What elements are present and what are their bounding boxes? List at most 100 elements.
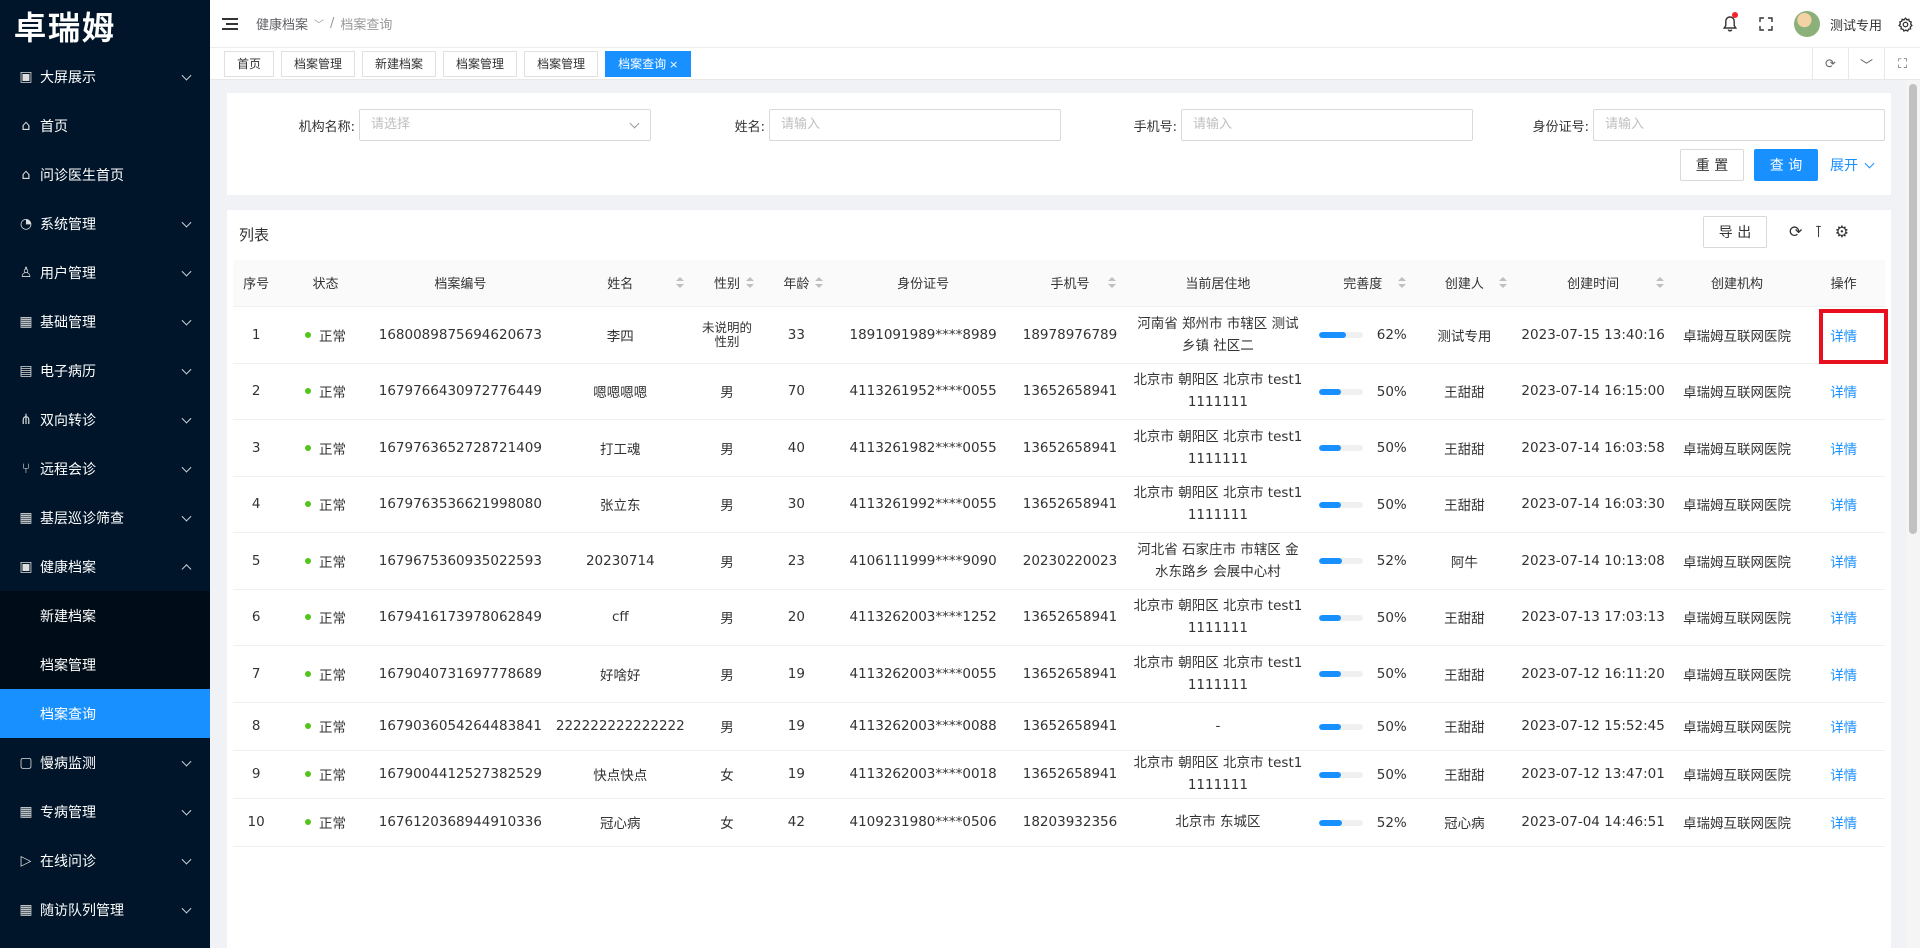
cell-id-card: 4113262003****0088 [830,702,1016,751]
detail-link[interactable]: 详情 [1830,555,1857,571]
sort-icon[interactable] [1655,277,1664,289]
cell-created-time: 2023-07-12 15:52:45 [1514,702,1672,751]
column-header[interactable]: 性别 [691,260,763,307]
close-icon[interactable]: × [669,58,678,71]
column-header[interactable]: 创建时间 [1514,260,1672,307]
tab-item[interactable]: 首页 [224,51,275,77]
sort-icon[interactable] [1398,277,1407,289]
cell-org: 卓瑞姆互联网医院 [1671,589,1803,646]
maximize-icon[interactable]: ⛶ [1884,48,1920,80]
gear-icon[interactable] [1890,0,1920,48]
detail-link[interactable]: 详情 [1830,329,1857,345]
detail-link[interactable]: 详情 [1830,498,1857,514]
name-input[interactable]: 请输入 [769,109,1061,141]
cell-index: 4 [233,476,280,533]
cell-file-no: 1680089875694620673 [371,306,549,364]
sort-icon[interactable] [814,277,823,289]
column-header[interactable]: 年龄 [762,260,831,307]
sidebar-item[interactable]: ▦ 基层巡诊筛查 [0,493,210,542]
tab-item[interactable]: 档案管理 [281,51,356,77]
menu-toggle-icon[interactable] [222,17,238,30]
tab-item[interactable]: 档案查询 × [605,51,692,77]
sort-icon[interactable] [1498,277,1507,289]
cell-index: 9 [233,750,280,799]
detail-link[interactable]: 详情 [1830,816,1857,832]
tab-item[interactable]: 档案管理 [443,51,518,77]
export-button[interactable]: 导 出 [1703,216,1767,248]
chevron-down-icon [181,462,192,473]
chevron-down-icon[interactable]: ﹀ [1848,48,1884,80]
cell-age: 70 [762,363,831,420]
chevron-up-icon [181,563,192,574]
page-scrollbar[interactable] [1906,80,1920,948]
tab-item[interactable]: 档案管理 [524,51,599,77]
notification-dot [1731,12,1738,18]
sidebar-item[interactable]: ▤ 电子病历 [0,346,210,395]
refresh-icon[interactable]: ⟳ [1812,48,1848,80]
query-button[interactable]: 查 询 [1754,149,1818,181]
tab-item[interactable]: 新建档案 [362,51,437,77]
sort-icon[interactable] [1108,277,1117,289]
column-header-label: 创建机构 [1710,277,1763,293]
records-table-panel: 列表 导 出 ⟳ ⊺ ⚙ 序号 状态 档案编号 姓名 性别 年龄 身份证号 手机号 当前居住地 完… [227,210,1891,948]
sidebar-item[interactable]: ⌂ 首页 [0,101,210,150]
column-header[interactable]: 姓名 [548,260,692,307]
scrollbar-thumb[interactable] [1909,84,1917,534]
gear-icon[interactable]: ⚙ [1835,222,1849,241]
tab-label: 档案管理 [456,57,505,71]
phone-input[interactable]: 请输入 [1181,109,1473,141]
sidebar-item[interactable]: 新建档案 [0,591,210,640]
column-header[interactable]: 手机号 [1015,260,1125,307]
sidebar-item[interactable]: ⋔ 双向转诊 [0,395,210,444]
org-label: 机构名称: [298,119,355,135]
cell-file-no: 1679416173978062849 [371,589,549,646]
cell-created-time: 2023-07-13 17:03:13 [1514,589,1672,646]
sidebar-item[interactable]: 档案查询 [0,689,210,738]
sidebar-item-label: 用户管理 [40,265,96,282]
sidebar-item[interactable]: ♙ 用户管理 [0,248,210,297]
fullscreen-icon[interactable] [1748,0,1784,48]
sidebar-item[interactable]: ⌂ 问诊医生首页 [0,150,210,199]
cell-creator: 王甜甜 [1414,750,1515,799]
column-header-label: 创建人 [1444,277,1484,293]
id-input[interactable]: 请输入 [1593,109,1885,141]
sidebar-item-label: 大屏展示 [40,69,96,86]
org-select[interactable]: 请选择 [359,109,651,141]
expand-toggle[interactable]: 展开 [1830,149,1875,181]
sidebar-item[interactable]: ▦ 随访队列管理 [0,885,210,934]
user-name[interactable]: 测试专用 [1830,15,1882,34]
phone-placeholder: 请输入 [1193,117,1233,132]
sort-icon[interactable] [675,277,684,289]
detail-link[interactable]: 详情 [1830,385,1857,401]
reset-button[interactable]: 重 置 [1680,149,1744,181]
bell-icon[interactable] [1712,0,1748,48]
sidebar-item[interactable]: ▷ 在线问诊 [0,836,210,885]
sort-icon[interactable] [746,277,755,289]
detail-link[interactable]: 详情 [1830,668,1857,684]
column-header[interactable]: 完善度 [1311,260,1415,307]
detail-link[interactable]: 详情 [1830,442,1857,458]
chevron-down-icon [181,315,192,326]
progress-bar [1318,501,1363,508]
sidebar-item[interactable]: ▣ 大屏展示 [0,52,210,101]
column-header[interactable]: 创建人 [1414,260,1515,307]
monitor-icon: ▢ [19,754,33,771]
sidebar-item[interactable]: ▣ 健康档案 [0,542,210,591]
sidebar-item[interactable]: ◔ 系统管理 [0,199,210,248]
sidebar-item-label: 电子病历 [40,363,96,380]
cell-gender: 男 [691,476,763,533]
sidebar-item[interactable]: ⑂ 远程会诊 [0,444,210,493]
column-header: 当前居住地 [1124,260,1312,307]
detail-link[interactable]: 详情 [1830,611,1857,627]
sidebar-item[interactable]: ▦ 专病管理 [0,787,210,836]
refresh-icon[interactable]: ⟳ [1789,222,1802,241]
sidebar-item[interactable]: ▢ 慢病监测 [0,738,210,787]
detail-link[interactable]: 详情 [1830,720,1857,736]
sidebar-item[interactable]: ▦ 基础管理 [0,297,210,346]
cell-progress: 50% [1311,363,1415,420]
breadcrumb-parent[interactable]: 健康档案 [256,14,308,33]
avatar[interactable] [1793,11,1820,37]
sidebar-item[interactable]: 档案管理 [0,640,210,689]
column-height-icon[interactable]: ⊺ [1814,222,1822,241]
detail-link[interactable]: 详情 [1830,768,1857,784]
